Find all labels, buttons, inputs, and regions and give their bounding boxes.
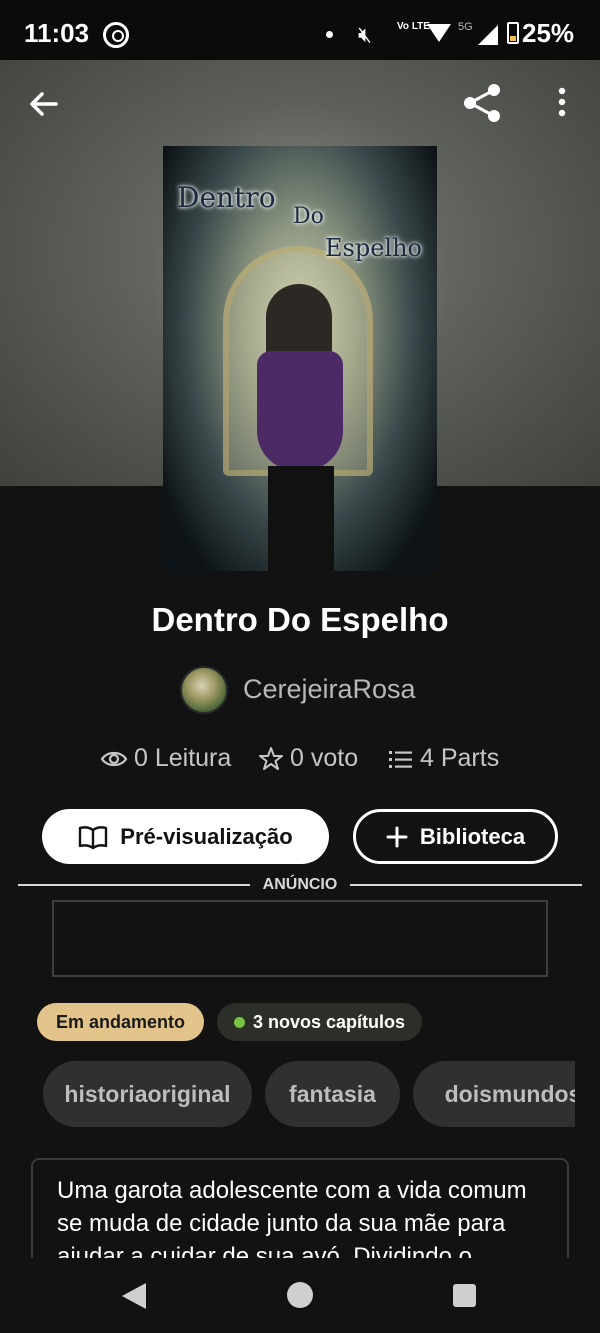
wifi-icon <box>427 24 451 42</box>
votes-count: 0 voto <box>290 744 359 772</box>
tag-chip[interactable]: fantasia <box>265 1061 400 1127</box>
nav-recents-icon[interactable] <box>453 1284 476 1307</box>
battery-percent: 25% <box>522 18 575 48</box>
tag-chip[interactable]: historiaoriginal <box>43 1061 252 1127</box>
preview-button[interactable]: Pré-visualização <box>42 809 329 864</box>
back-button[interactable] <box>24 84 64 124</box>
story-description: Uma garota adolescente com a vida comum … <box>57 1177 527 1258</box>
mute-icon: 🔇︎ <box>358 22 372 47</box>
volte-label: Vo LTE <box>397 21 430 32</box>
nav-home-icon[interactable] <box>287 1282 313 1308</box>
author-name[interactable]: CerejeiraRosa <box>243 674 416 705</box>
add-to-library-button[interactable]: Biblioteca <box>353 809 558 864</box>
book-cover[interactable]: Dentro Do Espelho <box>163 146 437 571</box>
nav-back-icon[interactable] <box>122 1283 146 1309</box>
ad-divider-left <box>18 884 250 886</box>
description-card[interactable]: Uma garota adolescente com a vida comum … <box>31 1158 569 1258</box>
location-badge-icon <box>103 22 129 48</box>
ad-divider-right <box>350 884 582 886</box>
tag-chip[interactable]: doismundos <box>413 1061 575 1127</box>
book-open-icon <box>79 825 108 849</box>
votes-stat: 0 voto <box>258 744 358 773</box>
new-chapters-badge: 3 novos capítulos <box>217 1003 422 1041</box>
list-icon <box>389 750 412 768</box>
cover-figure-legs <box>268 466 334 571</box>
status-bar: 11:03 🔇︎ Vo LTE 5G 25% <box>0 0 600 60</box>
battery-icon <box>507 22 519 44</box>
tag-list: historiaoriginal fantasia doismundos <box>0 1061 575 1127</box>
parts-stat[interactable]: 4 Parts <box>388 744 499 773</box>
status-time: 11:03 <box>24 18 90 48</box>
cover-figure-body <box>257 351 343 471</box>
preview-button-label: Pré-visualização <box>120 823 293 849</box>
story-title: Dentro Do Espelho <box>151 601 449 638</box>
library-button-label: Biblioteca <box>419 823 526 849</box>
reads-count: 0 Leitura <box>134 744 232 772</box>
signal-icon <box>478 25 498 45</box>
reads-stat: 0 Leitura <box>100 744 231 773</box>
parts-count: 4 Parts <box>420 744 500 772</box>
new-chapters-label: 3 novos capítulos <box>252 1011 406 1032</box>
cover-title-line1: Dentro <box>177 181 276 214</box>
cover-title-line3: Espelho <box>325 234 422 262</box>
ad-label: ANÚNCIO <box>262 876 338 893</box>
share-button[interactable] <box>460 80 506 126</box>
star-icon <box>259 746 283 770</box>
eye-icon <box>100 751 128 766</box>
more-vertical-icon <box>558 87 566 117</box>
more-options-button[interactable] <box>548 80 578 126</box>
network-5g-label: 5G <box>458 21 473 33</box>
notification-dot-icon <box>326 31 333 38</box>
ad-slot[interactable] <box>52 900 548 977</box>
author-avatar[interactable] <box>180 666 228 714</box>
new-indicator-dot-icon <box>233 1016 245 1028</box>
cover-title-line2: Do <box>293 204 324 229</box>
share-icon <box>464 84 500 122</box>
status-badge: Em andamento <box>37 1003 204 1041</box>
arrow-left-icon <box>30 92 58 116</box>
plus-icon <box>386 826 408 847</box>
